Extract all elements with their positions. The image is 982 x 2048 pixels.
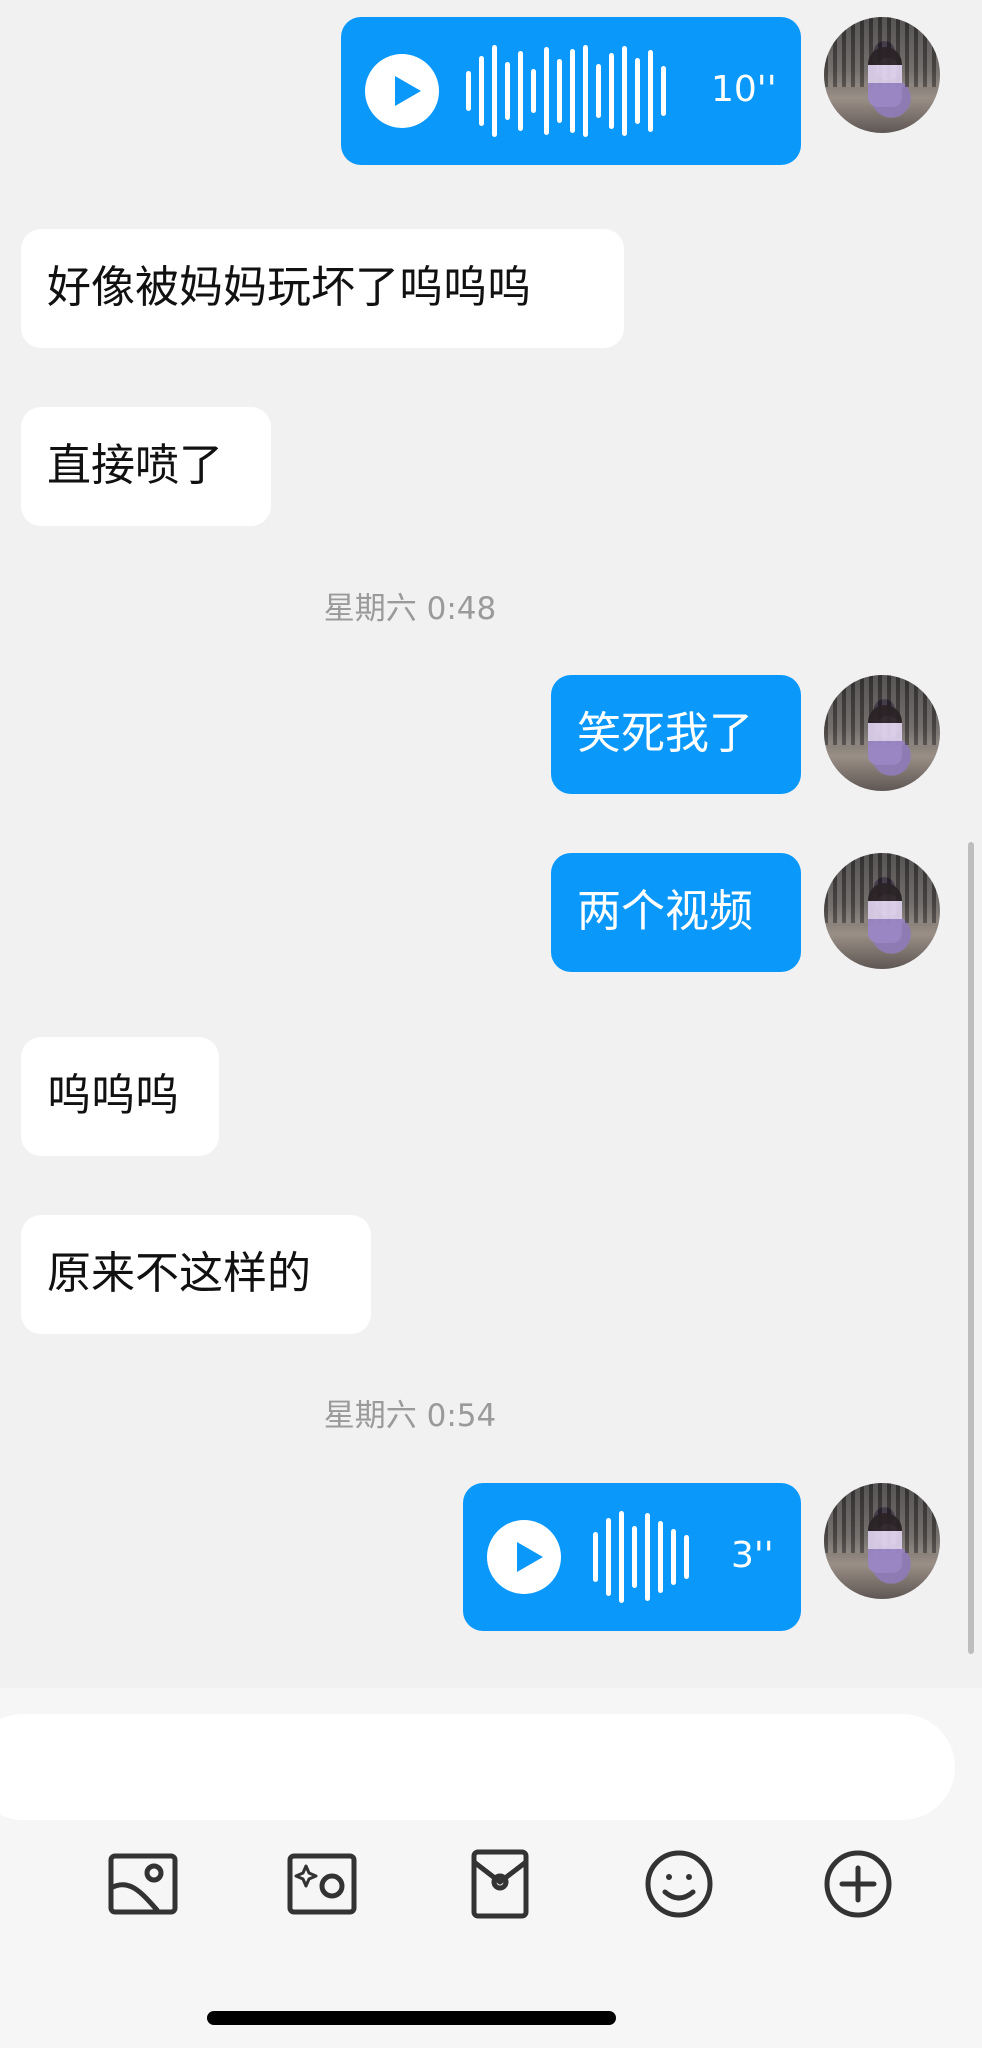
play-icon[interactable] — [365, 54, 439, 128]
red-packet-icon[interactable] — [464, 1848, 536, 1920]
message-bubble[interactable]: 直接喷了 — [21, 407, 271, 526]
message-bubble[interactable]: 原来不这样的 — [21, 1215, 371, 1334]
message-bubble[interactable]: 笑死我了 — [551, 675, 801, 794]
message-text: 呜呜呜 — [47, 1070, 179, 1121]
waveform-icon — [593, 1511, 689, 1603]
camera-icon[interactable] — [286, 1848, 358, 1920]
message-input[interactable] — [0, 1714, 955, 1820]
voice-message[interactable]: 3'' — [463, 1483, 801, 1631]
message-bubble[interactable]: 两个视频 — [551, 853, 801, 972]
avatar[interactable] — [824, 675, 940, 791]
emoji-icon[interactable] — [643, 1848, 715, 1920]
message-text: 原来不这样的 — [47, 1248, 311, 1299]
play-icon[interactable] — [487, 1520, 561, 1594]
message-text: 笑死我了 — [577, 708, 753, 759]
timestamp: 星期六 0:48 — [323, 591, 497, 627]
avatar[interactable] — [824, 17, 940, 133]
voice-message[interactable]: 10'' — [341, 17, 801, 165]
timestamp: 星期六 0:54 — [323, 1398, 497, 1434]
scrollbar[interactable] — [968, 842, 974, 1654]
plus-icon[interactable] — [822, 1848, 894, 1920]
voice-duration: 10'' — [711, 69, 777, 110]
chat-messages[interactable]: 10'' 好像被妈妈玩坏了呜呜呜 直接喷了 星期六 0:48 笑死我了 两个视频… — [0, 0, 982, 1688]
message-bubble[interactable]: 呜呜呜 — [21, 1037, 219, 1156]
message-text: 好像被妈妈玩坏了呜呜呜 — [47, 262, 531, 313]
waveform-icon — [466, 45, 666, 137]
voice-duration: 3'' — [731, 1535, 774, 1576]
avatar[interactable] — [824, 853, 940, 969]
message-text: 直接喷了 — [47, 440, 223, 491]
message-text: 两个视频 — [577, 886, 753, 937]
message-bubble[interactable]: 好像被妈妈玩坏了呜呜呜 — [21, 229, 624, 348]
image-icon[interactable] — [107, 1848, 179, 1920]
home-indicator[interactable] — [207, 2011, 616, 2025]
avatar[interactable] — [824, 1483, 940, 1599]
